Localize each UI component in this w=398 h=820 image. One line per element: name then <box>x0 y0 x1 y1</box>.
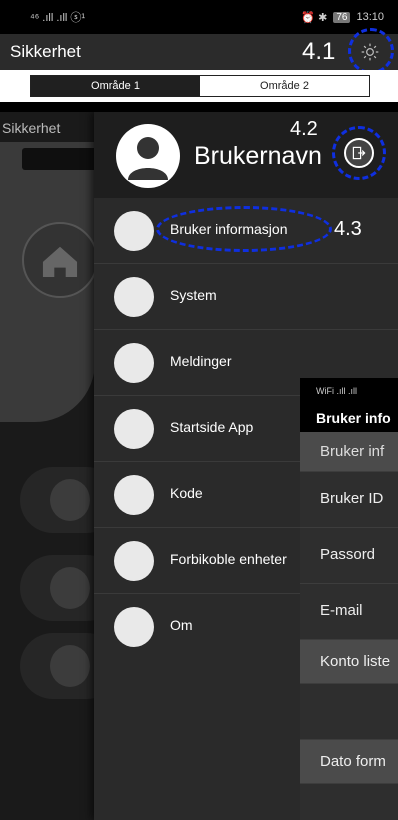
date-format-header: Dato form <box>300 740 398 784</box>
menu-label: Kode <box>170 485 203 501</box>
menu-label: Forbikoble enheter <box>170 551 287 567</box>
tab-area-2[interactable]: Område 2 <box>200 76 369 96</box>
bypass-icon <box>114 541 154 581</box>
avatar[interactable] <box>116 124 180 188</box>
bell-icon <box>114 343 154 383</box>
signal-indicators: ⁴⁶ .ıll .ıll ⓢ¹ <box>30 12 86 24</box>
username: Brukernavn <box>194 142 322 170</box>
area-tabs: Område 1 Område 2 <box>0 70 398 102</box>
page-title: Sikkerhet <box>10 42 81 61</box>
empty-row <box>300 684 398 740</box>
home-icon <box>22 222 98 298</box>
password-row[interactable]: Passord <box>300 528 398 584</box>
menu-label: System <box>170 287 217 303</box>
sub-title: Bruker info <box>300 404 398 432</box>
menu-item-user-info[interactable]: Bruker informasjon 4.3 <box>94 198 398 264</box>
step-label-4-1: 4.1 <box>302 38 336 65</box>
user-info-panel: WiFi .ıll .ıll Bruker info Bruker inf Br… <box>300 378 398 820</box>
menu-label: Bruker informasjon <box>170 221 288 237</box>
drawer-header: Brukernavn 4.2 <box>94 112 398 198</box>
clock: 13:10 <box>356 11 384 23</box>
tab-area-1[interactable]: Område 1 <box>31 76 200 96</box>
menu-label: Om <box>170 617 193 633</box>
menu-item-system[interactable]: System <box>94 264 398 330</box>
section-header: Bruker inf <box>300 432 398 472</box>
alarm-bluetooth-icons: ⏰ ✱ <box>301 11 328 24</box>
battery-indicator: 76 <box>333 11 351 23</box>
app-bar: Sikkerhet 4.1 <box>0 28 398 74</box>
status-bar: ⁴⁶ .ıll .ıll ⓢ¹ ⏰ ✱ 76 13:10 <box>0 0 398 34</box>
account-list-header: Konto liste <box>300 640 398 684</box>
info-icon <box>114 607 154 647</box>
sub-status-bar: WiFi .ıll .ıll <box>300 378 398 404</box>
gear-icon[interactable] <box>360 42 380 62</box>
user-icon <box>114 211 154 251</box>
door-icon <box>114 277 154 317</box>
menu-label: Startside App <box>170 419 254 435</box>
user-id-row[interactable]: Bruker ID <box>300 472 398 528</box>
star-icon <box>114 409 154 449</box>
email-row[interactable]: E-mail <box>300 584 398 640</box>
background-title: Sikkerhet <box>2 120 61 136</box>
step-label-4-3: 4.3 <box>334 218 362 240</box>
step-label-4-2: 4.2 <box>290 118 318 140</box>
logout-icon[interactable] <box>344 138 374 168</box>
menu-label: Meldinger <box>170 353 232 369</box>
keypad-lock-icon <box>114 475 154 515</box>
